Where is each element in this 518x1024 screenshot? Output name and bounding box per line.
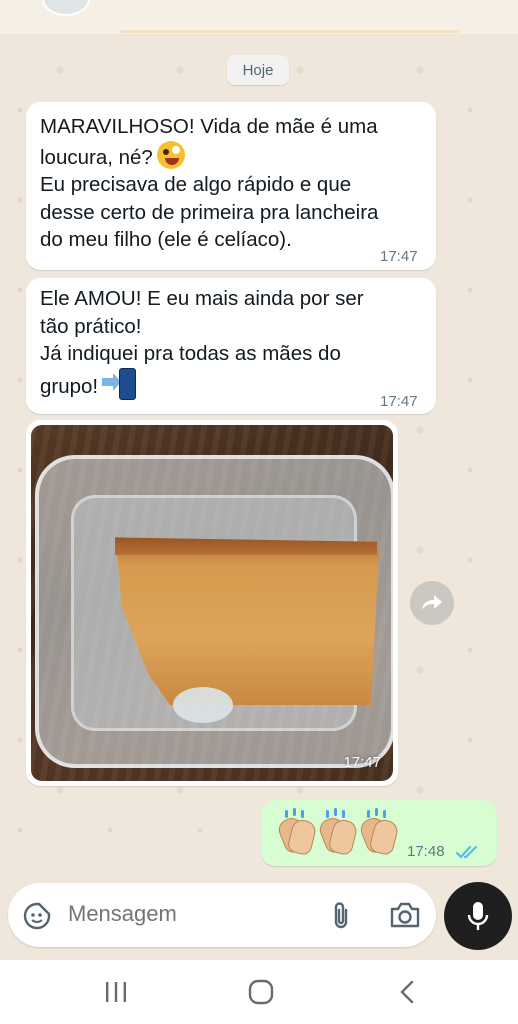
- clapping-hands-icon: [275, 808, 318, 857]
- message-line: Eu precisava de algo rápido e que: [40, 173, 352, 196]
- message-line: do meu filho (ele é celíaco).: [40, 228, 292, 251]
- home-button[interactable]: [244, 976, 278, 1008]
- back-icon: [400, 980, 414, 1004]
- system-navigation-bar: [0, 960, 518, 1024]
- camera-button[interactable]: [388, 900, 422, 930]
- camera-icon: [390, 902, 420, 928]
- cake-photo[interactable]: 17:47: [31, 425, 393, 781]
- message-line: grupo!: [40, 374, 99, 398]
- message-line: tão prático!: [40, 314, 142, 338]
- double-check-icon: [456, 845, 478, 859]
- mic-icon: [467, 902, 489, 930]
- image-time: 17:47: [343, 754, 381, 771]
- chat-header-edge: [0, 0, 518, 34]
- recent-apps-icon: [106, 982, 126, 1002]
- message-composer[interactable]: [8, 883, 436, 947]
- message-time: 17:48: [407, 843, 445, 860]
- home-icon: [248, 979, 274, 1005]
- mobile-arrow-emoji-icon: [102, 367, 137, 400]
- image-message-bubble[interactable]: 17:47: [26, 420, 398, 786]
- forward-icon: [422, 595, 442, 610]
- voice-record-button[interactable]: [444, 882, 512, 950]
- clapping-hands-icon: [357, 808, 400, 857]
- forward-button[interactable]: [410, 581, 454, 625]
- incoming-message-bubble[interactable]: MARAVILHOSO! Vida de mãe é uma loucura, …: [26, 102, 436, 270]
- clapping-hands-icon: [316, 808, 359, 857]
- date-chip: Hoje: [227, 55, 289, 85]
- attach-button[interactable]: [328, 899, 354, 931]
- sticker-button[interactable]: [22, 901, 52, 931]
- message-line: loucura, né?: [40, 145, 153, 169]
- message-line: desse certo de primeira pra lancheira: [40, 200, 379, 224]
- attach-icon: [334, 902, 348, 929]
- header-divider: [120, 30, 460, 33]
- message-line: MARAVILHOSO! Vida de mãe é uma: [40, 115, 378, 138]
- message-time: 17:47: [380, 248, 418, 265]
- winking-tongue-emoji-icon: [156, 140, 185, 169]
- message-line: Ele AMOU! E eu mais ainda por ser: [40, 287, 364, 310]
- back-button[interactable]: [392, 976, 422, 1008]
- message-line: Já indiquei pra todas as mães do: [40, 342, 341, 365]
- incoming-message-bubble[interactable]: Ele AMOU! E eu mais ainda por ser tão pr…: [26, 278, 436, 414]
- sticker-icon: [23, 902, 51, 930]
- message-input[interactable]: [68, 901, 308, 927]
- message-time: 17:47: [380, 393, 418, 410]
- avatar[interactable]: [42, 0, 90, 16]
- recent-apps-button[interactable]: [100, 976, 132, 1008]
